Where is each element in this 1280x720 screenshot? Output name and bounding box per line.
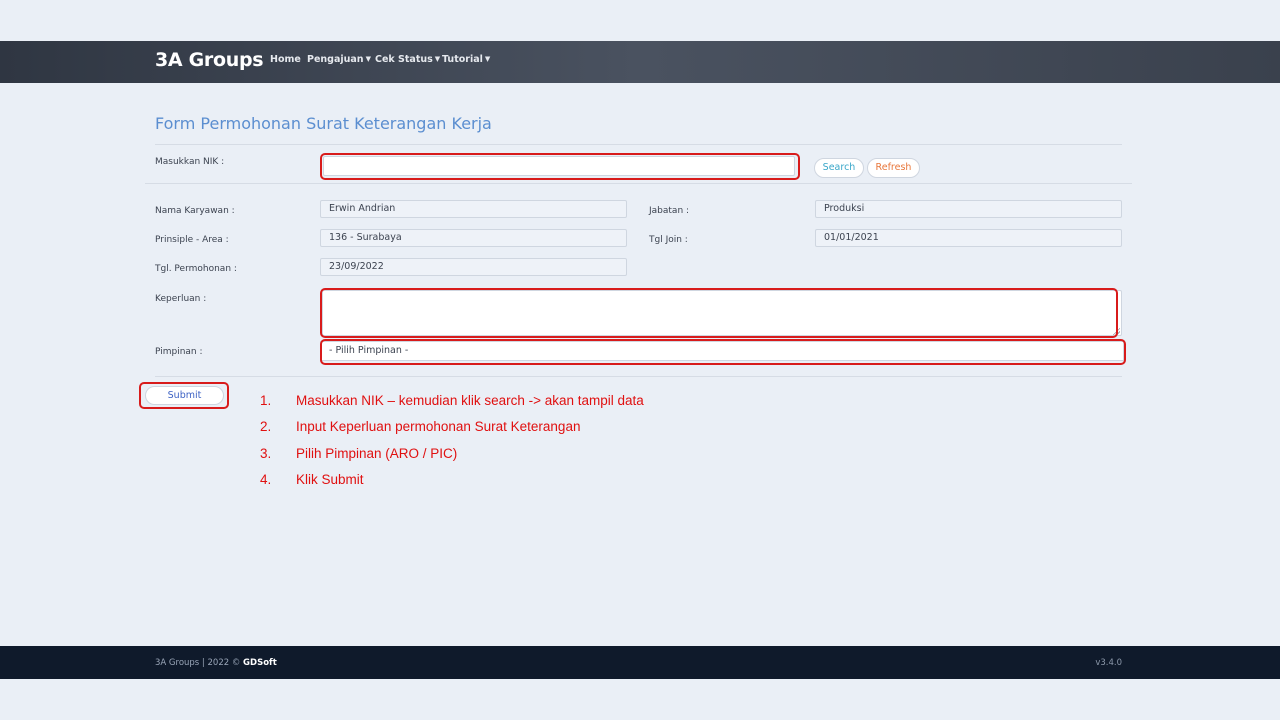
principle-area-field: 136 - Surabaya [320, 229, 627, 247]
caret-down-icon: ▼ [484, 55, 491, 63]
caret-down-icon: ▼ [434, 55, 441, 63]
nik-label: Masukkan NIK : [155, 157, 225, 167]
submit-button[interactable]: Submit [145, 386, 224, 405]
page-title: Form Permohonan Surat Keterangan Kerja [155, 114, 492, 133]
nik-input[interactable] [323, 156, 795, 176]
search-button[interactable]: Search [814, 158, 864, 178]
refresh-button[interactable]: Refresh [867, 158, 920, 178]
pimpinan-select[interactable]: - Pilih Pimpinan - [320, 341, 1124, 361]
nama-karyawan-field: Erwin Andrian [320, 200, 627, 218]
instruction-text: Masukkan NIK – kemudian klik search -> a… [296, 393, 644, 408]
divider [155, 144, 1122, 145]
principle-area-label: Prinsiple - Area : [155, 235, 229, 245]
brand-logo[interactable]: 3A Groups [155, 49, 264, 71]
nav-tutorial[interactable]: Tutorial ▼ [442, 54, 490, 65]
instruction-text: Input Keperluan permohonan Surat Keteran… [296, 419, 581, 434]
jabatan-field: Produksi [815, 200, 1122, 218]
nav-pengajuan[interactable]: Pengajuan ▼ [307, 54, 371, 65]
tgl-permohonan-label: Tgl. Permohonan : [155, 264, 237, 274]
instruction-text: Pilih Pimpinan (ARO / PIC) [296, 446, 458, 461]
nav-cek-status-label: Cek Status [375, 54, 433, 65]
nav-cek-status[interactable]: Cek Status ▼ [375, 54, 440, 65]
nav-home[interactable]: Home [270, 54, 301, 65]
nav-pengajuan-label: Pengajuan [307, 54, 364, 65]
divider [155, 376, 1122, 377]
resize-handle-icon[interactable] [1112, 327, 1120, 335]
keperluan-textarea[interactable] [322, 290, 1122, 336]
tgl-permohonan-field: 23/09/2022 [320, 258, 627, 276]
instruction-number: 2. [260, 419, 272, 434]
caret-down-icon: ▼ [365, 55, 371, 63]
tgl-join-field: 01/01/2021 [815, 229, 1122, 247]
instruction-text: Klik Submit [296, 472, 364, 487]
nav-home-label: Home [270, 54, 301, 65]
footer-version: v3.4.0 [1095, 658, 1122, 668]
navbar: 3A Groups Home Pengajuan ▼ Cek Status ▼ Tu… [0, 41, 1280, 83]
jabatan-label: Jabatan : [649, 206, 690, 216]
tgl-join-label: Tgl Join : [649, 235, 688, 245]
instruction-number: 4. [260, 472, 272, 487]
footer: 3A Groups | 2022 © GDSoft v3.4.0 [0, 646, 1280, 679]
nama-karyawan-label: Nama Karyawan : [155, 206, 235, 216]
keperluan-label: Keperluan : [155, 294, 207, 304]
pimpinan-label: Pimpinan : [155, 347, 203, 357]
footer-company-link[interactable]: GDSoft [243, 658, 277, 668]
nav-tutorial-label: Tutorial [442, 54, 483, 65]
footer-copyright-text: 3A Groups | 2022 © [155, 658, 241, 668]
instruction-number: 3. [260, 446, 272, 461]
divider [145, 183, 1132, 184]
instruction-number: 1. [260, 393, 272, 408]
footer-copyright: 3A Groups | 2022 © GDSoft [155, 658, 277, 668]
